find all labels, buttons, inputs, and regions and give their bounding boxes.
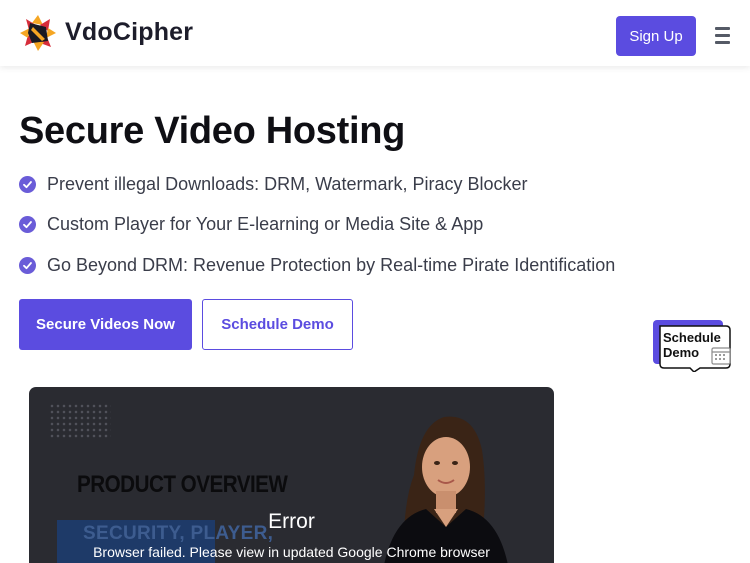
check-circle-icon	[19, 176, 36, 193]
feature-item: Go Beyond DRM: Revenue Protection by Rea…	[19, 255, 615, 276]
presenter-image	[384, 416, 508, 563]
page-title: Secure Video Hosting	[19, 110, 406, 152]
feature-item: Custom Player for Your E-learning or Med…	[19, 214, 483, 235]
feature-text: Go Beyond DRM: Revenue Protection by Rea…	[47, 255, 616, 275]
dot-grid-decoration	[49, 403, 111, 439]
hamburger-menu-icon[interactable]	[715, 27, 730, 44]
calendar-icon	[711, 347, 731, 365]
menu-bar	[715, 34, 730, 37]
brand-name[interactable]: VdoCipher	[65, 18, 193, 47]
feature-text: Custom Player for Your E-learning or Med…	[47, 214, 484, 234]
video-error-title: Error	[268, 510, 315, 533]
feature-item: Prevent illegal Downloads: DRM, Watermar…	[19, 174, 527, 195]
site-header: VdoCipher Sign Up	[0, 0, 750, 66]
video-error-message: Browser failed. Please view in updated G…	[93, 544, 490, 560]
video-player[interactable]: PRODUCT OVERVIEW SECURITY, PLAYER, Error…	[29, 387, 554, 563]
floating-demo-line: Schedule	[663, 330, 721, 345]
sign-up-button[interactable]: Sign Up	[616, 16, 696, 56]
video-overlay-heading: PRODUCT OVERVIEW	[77, 471, 288, 498]
vdocipher-logo-icon[interactable]	[18, 13, 58, 53]
schedule-demo-button[interactable]: Schedule Demo	[202, 299, 353, 350]
check-circle-icon	[19, 216, 36, 233]
menu-bar	[715, 27, 730, 30]
floating-schedule-demo-badge[interactable]: Schedule Demo	[652, 320, 732, 372]
secure-videos-now-button[interactable]: Secure Videos Now	[19, 299, 192, 350]
feature-text: Prevent illegal Downloads: DRM, Watermar…	[47, 174, 528, 194]
check-circle-icon	[19, 257, 36, 274]
menu-bar	[715, 41, 730, 44]
